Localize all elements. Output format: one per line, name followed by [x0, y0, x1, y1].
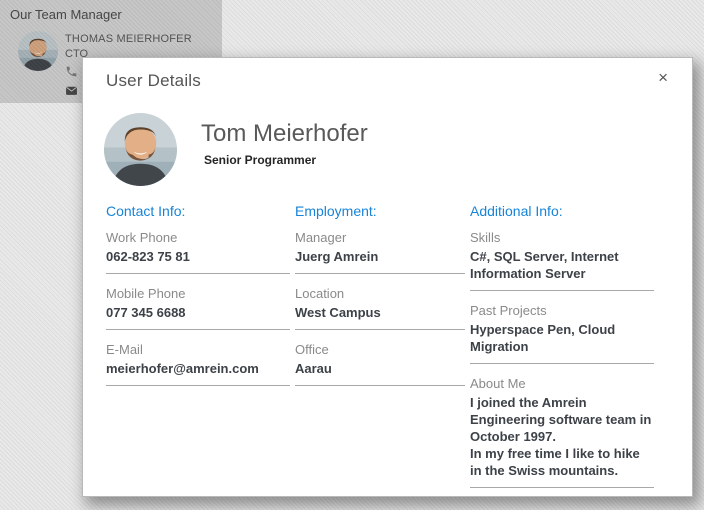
field-value: C#, SQL Server, Internet Information Ser… — [470, 248, 654, 282]
field-past-projects: Past Projects Hyperspace Pen, Cloud Migr… — [470, 303, 654, 364]
column-contact-info: Contact Info: Work Phone 062-823 75 81 M… — [106, 203, 290, 500]
user-details-modal: User Details × Tom Meierhofer Senior Pro… — [82, 57, 693, 497]
column-header: Contact Info: — [106, 203, 290, 219]
field-label: Past Projects — [470, 303, 654, 318]
column-additional-info: Additional Info: Skills C#, SQL Server, … — [470, 203, 654, 500]
column-employment: Employment: Manager Juerg Amrein Locatio… — [295, 203, 465, 500]
user-photo — [104, 113, 177, 186]
detail-columns: Contact Info: Work Phone 062-823 75 81 M… — [106, 203, 676, 500]
field-label: Office — [295, 342, 465, 357]
user-job-title: Senior Programmer — [204, 153, 368, 167]
field-value: West Campus — [295, 304, 465, 321]
page: Our Team Manager THOMAS MEIERHOFER CTO — [0, 0, 704, 510]
field-label: Mobile Phone — [106, 286, 290, 301]
field-about-me: About Me I joined the Amrein Engineering… — [470, 376, 654, 488]
field-value: 077 345 6688 — [106, 304, 290, 321]
field-value: Aarau — [295, 360, 465, 377]
field-label: Location — [295, 286, 465, 301]
field-office: Office Aarau — [295, 342, 465, 386]
field-email: E-Mail meierhofer@amrein.com — [106, 342, 290, 386]
field-manager: Manager Juerg Amrein — [295, 230, 465, 274]
field-value: I joined the Amrein Engineering software… — [470, 394, 654, 479]
column-header: Additional Info: — [470, 203, 654, 219]
field-label: Work Phone — [106, 230, 290, 245]
field-value: meierhofer@amrein.com — [106, 360, 290, 377]
field-value: 062-823 75 81 — [106, 248, 290, 265]
field-work-phone: Work Phone 062-823 75 81 — [106, 230, 290, 274]
field-label: Skills — [470, 230, 654, 245]
field-label: Manager — [295, 230, 465, 245]
person-header: Tom Meierhofer Senior Programmer — [104, 113, 368, 186]
field-label: About Me — [470, 376, 654, 391]
modal-title: User Details — [106, 71, 201, 91]
field-mobile-phone: Mobile Phone 077 345 6688 — [106, 286, 290, 330]
field-label: E-Mail — [106, 342, 290, 357]
field-value: Juerg Amrein — [295, 248, 465, 265]
close-icon[interactable]: × — [654, 66, 672, 90]
field-location: Location West Campus — [295, 286, 465, 330]
field-skills: Skills C#, SQL Server, Internet Informat… — [470, 230, 654, 291]
column-header: Employment: — [295, 203, 465, 219]
field-value: Hyperspace Pen, Cloud Migration — [470, 321, 654, 355]
user-name: Tom Meierhofer — [201, 120, 368, 148]
